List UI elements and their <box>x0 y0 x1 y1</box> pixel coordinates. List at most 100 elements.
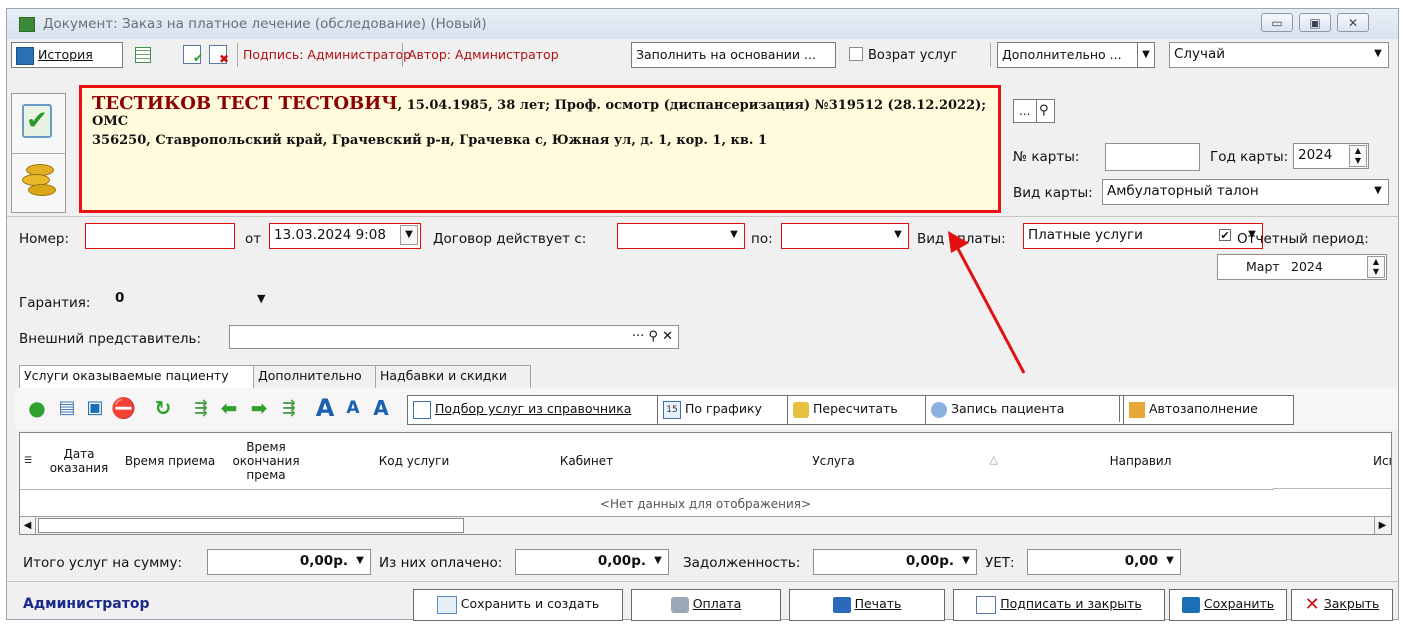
chevron-down-icon[interactable]: ▼ <box>650 552 666 570</box>
sort-asc-icon: △ <box>989 453 998 466</box>
history-icon <box>16 46 34 65</box>
save-and-create-button[interactable]: Сохранить и создать <box>413 589 623 621</box>
add-icon[interactable]: ● <box>25 396 49 420</box>
close-window-button[interactable]: ✕ <box>1337 13 1369 32</box>
scroll-right-icon[interactable]: ▶ <box>1374 517 1390 534</box>
stepper-icon[interactable]: ▲ ▼ <box>1349 145 1367 167</box>
font-increase-icon[interactable]: A <box>313 396 337 420</box>
save-button[interactable]: Сохранить <box>1169 589 1287 621</box>
table-icon[interactable] <box>135 47 151 63</box>
col-service-code[interactable]: Код услуги <box>314 433 515 490</box>
payment-button[interactable]: Оплата <box>631 589 781 621</box>
col-date[interactable]: Дата оказания <box>36 433 123 490</box>
ext-rep-actions: ··· ⚲ ✕ <box>632 326 673 348</box>
print-button[interactable]: Печать <box>789 589 945 621</box>
card-type-select[interactable]: Амбулаторный талон ▼ <box>1102 179 1389 205</box>
tab-surcharges[interactable]: Надбавки и скидки <box>375 365 531 388</box>
edit-icon[interactable]: ▤ <box>55 396 79 420</box>
save-row-icon[interactable]: ▣ <box>83 396 107 420</box>
coins-icon[interactable] <box>22 162 56 200</box>
recalculate-button[interactable]: Пересчитать ▼ <box>787 395 946 425</box>
chevron-down-icon[interactable]: ▼ <box>257 292 265 305</box>
tab-services[interactable]: Услуги оказываемые пациенту <box>19 365 261 389</box>
col-service[interactable]: Услуга △ <box>659 433 1009 490</box>
printer-icon <box>832 596 851 613</box>
unsign-doc-icon[interactable]: ✖ <box>209 45 229 66</box>
patient-details: , 15.04.1985, 38 лет; Проф. осмотр (дисп… <box>397 98 987 113</box>
card-year-value: 2024 <box>1298 147 1333 163</box>
chevron-down-icon[interactable]: ▼ <box>1370 45 1386 63</box>
checkbox-box[interactable] <box>849 47 863 61</box>
arrow-left-icon[interactable]: ⬅ <box>217 396 241 420</box>
font-decrease-icon[interactable]: A <box>341 396 365 420</box>
chevron-down-icon[interactable]: ▼ <box>890 226 906 244</box>
guarantee-select[interactable]: 0 ▼ <box>115 290 275 312</box>
uet-value: 0,00 <box>1124 553 1158 569</box>
delete-icon[interactable]: ⛔ <box>111 396 136 420</box>
sign-and-close-button[interactable]: Подписать и закрыть <box>953 589 1165 621</box>
chevron-down-icon[interactable]: ▼ <box>1137 43 1154 67</box>
export-icon[interactable]: ⇶ <box>277 396 301 420</box>
paid-field[interactable]: 0,00р. ▼ <box>515 549 669 575</box>
ext-rep-input[interactable]: ··· ⚲ ✕ <box>229 325 679 349</box>
minimize-button[interactable]: ▭ <box>1261 13 1293 32</box>
stepper-icon[interactable]: ▲ ▼ <box>1367 256 1385 278</box>
scroll-left-icon[interactable]: ◀ <box>20 517 36 534</box>
chevron-down-icon[interactable]: ▼ <box>726 226 742 244</box>
current-user: Администратор <box>23 596 150 612</box>
patient-record-button[interactable]: Запись пациента ▼ <box>925 395 1136 425</box>
payment-label: Оплата <box>692 596 742 611</box>
chevron-down-icon[interactable]: ▼ <box>400 225 418 245</box>
card-number-input[interactable] <box>1105 143 1200 171</box>
uet-field[interactable]: 0,00 ▼ <box>1027 549 1181 575</box>
fill-basis-button[interactable]: Заполнить на основании ... <box>631 42 836 68</box>
debt-field[interactable]: 0,00р. ▼ <box>813 549 977 575</box>
font-reset-icon[interactable]: A <box>369 396 393 420</box>
search-icon[interactable]: ⚲ <box>648 329 658 344</box>
number-input[interactable] <box>85 223 235 249</box>
contract-from-input[interactable]: ▼ <box>617 223 745 249</box>
by-schedule-button[interactable]: 15 По графику <box>657 395 793 425</box>
column-chooser-icon[interactable]: ☰ <box>20 433 37 490</box>
browse-icon[interactable]: ··· <box>632 329 644 344</box>
close-button[interactable]: ✕ Закрыть <box>1291 589 1393 621</box>
arrow-right-icon[interactable]: ➡ <box>247 396 271 420</box>
case-select[interactable]: Случай ▼ <box>1169 42 1389 68</box>
recalculate-label: Пересчитать <box>813 401 898 416</box>
horizontal-scrollbar[interactable]: ◀ ▶ <box>20 516 1391 534</box>
from-date-input[interactable]: 13.03.2024 9:08 ▼ <box>269 223 421 249</box>
col-time-end[interactable]: Время окончания према <box>218 433 315 490</box>
return-services-checkbox[interactable]: Возрат услуг <box>849 47 957 63</box>
col-performer[interactable]: Исполнитель <box>1273 433 1391 489</box>
by-schedule-label: По графику <box>685 401 762 416</box>
card-year-stepper[interactable]: 2024 ▲ ▼ <box>1293 143 1369 169</box>
report-period-stepper[interactable]: Март 2024 ▲ ▼ <box>1217 254 1387 280</box>
select-from-reference-button[interactable]: Подбор услуг из справочника <box>407 395 664 425</box>
side-icon-panel: ✔ <box>11 93 66 213</box>
tab-additional[interactable]: Дополнительно <box>253 365 383 388</box>
maximize-button[interactable]: ▣ <box>1299 13 1331 32</box>
sign-doc-icon[interactable]: ✔ <box>183 45 203 65</box>
total-field[interactable]: 0,00р. ▼ <box>207 549 371 575</box>
autofill-button[interactable]: Автозаполнение <box>1123 395 1294 425</box>
chevron-down-icon[interactable]: ▼ <box>958 552 974 570</box>
col-cabinet[interactable]: Кабинет <box>514 433 660 490</box>
import-icon[interactable]: ⇶ <box>189 396 213 420</box>
chevron-down-icon[interactable]: ▼ <box>1162 552 1178 570</box>
number-label: Номер: <box>19 231 70 247</box>
history-button[interactable]: История <box>11 42 123 68</box>
search-icon[interactable]: ⚲ <box>1039 100 1049 122</box>
chevron-down-icon[interactable]: ▼ <box>352 552 368 570</box>
col-referred-by[interactable]: Направил <box>1008 433 1274 490</box>
report-period-checkbox[interactable]: ✔ <box>1219 229 1231 241</box>
clear-icon[interactable]: ✕ <box>662 329 673 344</box>
checklist-icon[interactable]: ✔ <box>22 104 52 138</box>
refresh-icon[interactable]: ↻ <box>151 396 175 420</box>
patient-browse-button[interactable]: ... ⚲ <box>1013 99 1055 123</box>
contract-to-input[interactable]: ▼ <box>781 223 909 249</box>
scroll-thumb[interactable] <box>38 518 464 533</box>
additional-dropdown[interactable]: Дополнительно ... ▼ <box>997 42 1155 68</box>
col-time-start[interactable]: Время приема <box>122 433 219 490</box>
chevron-down-icon[interactable]: ▼ <box>1370 182 1386 200</box>
new-doc-icon <box>436 595 457 614</box>
